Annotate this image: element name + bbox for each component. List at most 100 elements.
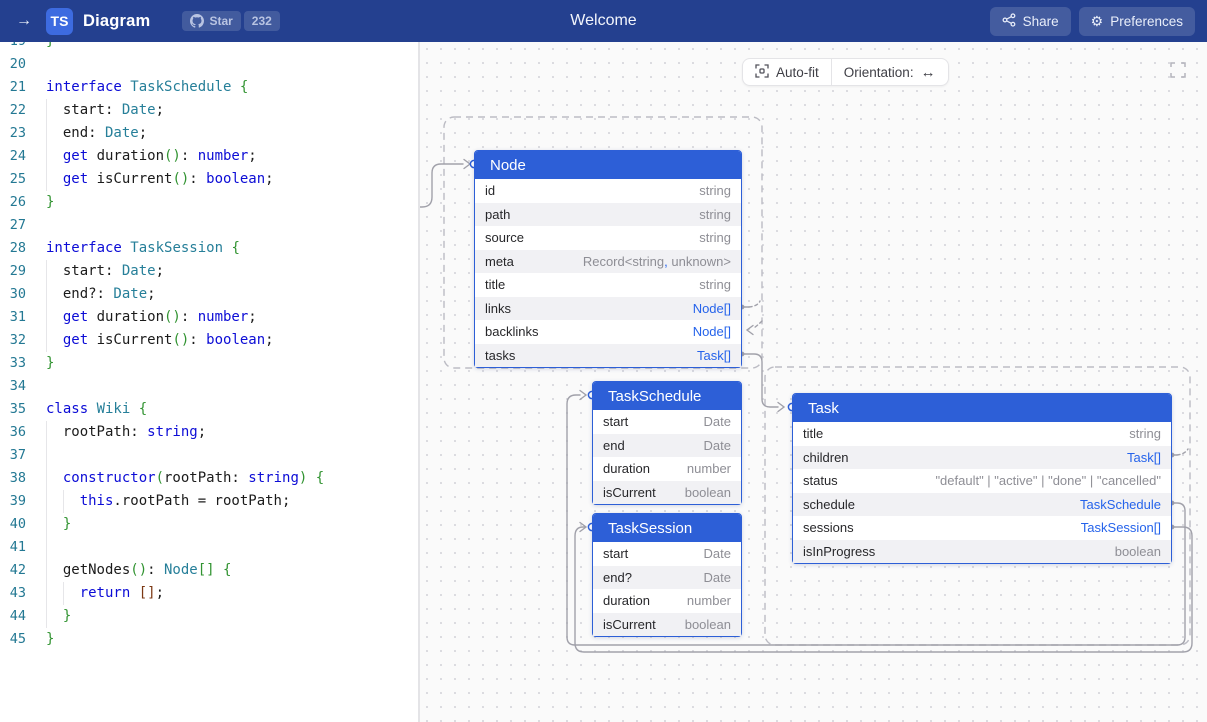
entity-field-meta: metaRecord<string, unknown> — [475, 250, 741, 274]
code-line: 28interface TaskSession { — [0, 237, 418, 260]
code-line: 26} — [0, 191, 418, 214]
share-button[interactable]: Share — [990, 7, 1071, 36]
entity-field-end: end?Date — [593, 566, 741, 590]
arrowhead — [747, 326, 753, 335]
orientation-arrow-icon: ↔ — [921, 64, 936, 81]
line-number: 43 — [0, 582, 46, 605]
code-line: 23end: Date; — [0, 122, 418, 145]
line-number: 25 — [0, 168, 46, 191]
canvas-toolbar: Auto-fit Orientation: ↔ — [742, 58, 949, 86]
github-star-widget[interactable]: Star 232 — [182, 11, 279, 31]
code-line: 40} — [0, 513, 418, 536]
code-line: 29start: Date; — [0, 260, 418, 283]
line-number: 19 — [0, 42, 46, 53]
line-number: 20 — [0, 53, 46, 76]
code-line: 36rootPath: string; — [0, 421, 418, 444]
entity-title: Task — [793, 394, 1171, 422]
autofit-icon — [755, 64, 769, 81]
line-number: 24 — [0, 145, 46, 168]
line-number: 37 — [0, 444, 46, 467]
entity-task-session[interactable]: TaskSessionstartDateend?Datedurationnumb… — [592, 513, 742, 637]
line-number: 42 — [0, 559, 46, 582]
line-number: 44 — [0, 605, 46, 628]
entity-task[interactable]: TasktitlestringchildrenTask[]status"defa… — [792, 393, 1172, 564]
line-number: 39 — [0, 490, 46, 513]
code-line: 19} — [0, 42, 418, 53]
code-line: 45} — [0, 628, 418, 651]
arrowhead — [580, 391, 586, 400]
code-editor[interactable]: 19}2021interface TaskSchedule {22start: … — [0, 42, 420, 722]
line-number: 31 — [0, 306, 46, 329]
collapse-sidebar-button[interactable]: → — [12, 10, 36, 32]
code-line: 33} — [0, 352, 418, 375]
entity-field-sessions: sessionsTaskSession[] — [793, 516, 1171, 540]
github-icon — [190, 14, 204, 28]
entity-field-schedule: scheduleTaskSchedule — [793, 493, 1171, 517]
edge-links-stub-dashed — [749, 301, 760, 307]
arrowhead — [580, 523, 586, 532]
arrowhead — [778, 403, 784, 412]
entity-field-isInProgress: isInProgressboolean — [793, 540, 1171, 564]
fullscreen-button[interactable] — [1168, 60, 1188, 83]
code-line: 38constructor(rootPath: string) { — [0, 467, 418, 490]
diagram-edges — [420, 42, 1207, 722]
line-number: 21 — [0, 76, 46, 99]
entity-field-duration: durationnumber — [593, 457, 741, 481]
code-line: 22start: Date; — [0, 99, 418, 122]
orientation-button[interactable]: Orientation: ↔ — [832, 59, 948, 85]
code-line: 31get duration(): number; — [0, 306, 418, 329]
entity-field-start: startDate — [593, 542, 741, 566]
code-line: 20 — [0, 53, 418, 76]
autofit-button[interactable]: Auto-fit — [743, 59, 831, 85]
app-logo: TS — [46, 8, 73, 35]
code-line: 34 — [0, 375, 418, 398]
line-number: 28 — [0, 237, 46, 260]
code-line: 43return []; — [0, 582, 418, 605]
code-line: 44} — [0, 605, 418, 628]
code-line: 24get duration(): number; — [0, 145, 418, 168]
code-line: 32get isCurrent(): boolean; — [0, 329, 418, 352]
line-number: 32 — [0, 329, 46, 352]
entity-field-end: endDate — [593, 434, 741, 458]
entity-field-links: linksNode[] — [475, 297, 741, 321]
code-line: 35class Wiki { — [0, 398, 418, 421]
entity-field-status: status"default" | "active" | "done" | "c… — [793, 469, 1171, 493]
preferences-button[interactable]: ⚙ Preferences — [1079, 7, 1195, 36]
entity-field-children: childrenTask[] — [793, 446, 1171, 470]
code-line: 39this.rootPath = rootPath; — [0, 490, 418, 513]
entity-field-isCurrent: isCurrentboolean — [593, 613, 741, 637]
diagram-canvas[interactable]: NodeidstringpathstringsourcestringmetaRe… — [420, 42, 1207, 722]
line-number: 35 — [0, 398, 46, 421]
entity-field-title: titlestring — [793, 422, 1171, 446]
line-number: 27 — [0, 214, 46, 237]
code-lines: 19}2021interface TaskSchedule {22start: … — [0, 42, 418, 651]
entity-field-start: startDate — [593, 410, 741, 434]
code-line: 25get isCurrent(): boolean; — [0, 168, 418, 191]
entity-field-id: idstring — [475, 179, 741, 203]
code-line: 21interface TaskSchedule { — [0, 76, 418, 99]
line-number: 40 — [0, 513, 46, 536]
gear-icon: ⚙ — [1091, 14, 1104, 28]
entity-field-duration: durationnumber — [593, 589, 741, 613]
line-number: 36 — [0, 421, 46, 444]
entity-field-tasks: tasksTask[] — [475, 344, 741, 368]
app-name: Diagram — [83, 12, 150, 31]
entity-task-schedule[interactable]: TaskSchedulestartDateendDatedurationnumb… — [592, 381, 742, 505]
line-number: 34 — [0, 375, 46, 398]
code-line: 37 — [0, 444, 418, 467]
share-icon — [1002, 13, 1016, 30]
entity-field-path: pathstring — [475, 203, 741, 227]
entity-node[interactable]: NodeidstringpathstringsourcestringmetaRe… — [474, 150, 742, 368]
edge-node-self-loop — [420, 164, 463, 207]
app-header: → TS Diagram Star 232 Welcome Share ⚙ Pr… — [0, 0, 1207, 42]
code-line: 27 — [0, 214, 418, 237]
entity-title: Node — [475, 151, 741, 179]
entity-field-isCurrent: isCurrentboolean — [593, 481, 741, 505]
arrowhead — [464, 160, 470, 169]
edge-children-stub-dashed — [1177, 449, 1188, 455]
line-number: 22 — [0, 99, 46, 122]
line-number: 23 — [0, 122, 46, 145]
code-line: 42getNodes(): Node[] { — [0, 559, 418, 582]
line-number: 45 — [0, 628, 46, 651]
edge-backlinks-stub-dashed — [753, 321, 762, 329]
